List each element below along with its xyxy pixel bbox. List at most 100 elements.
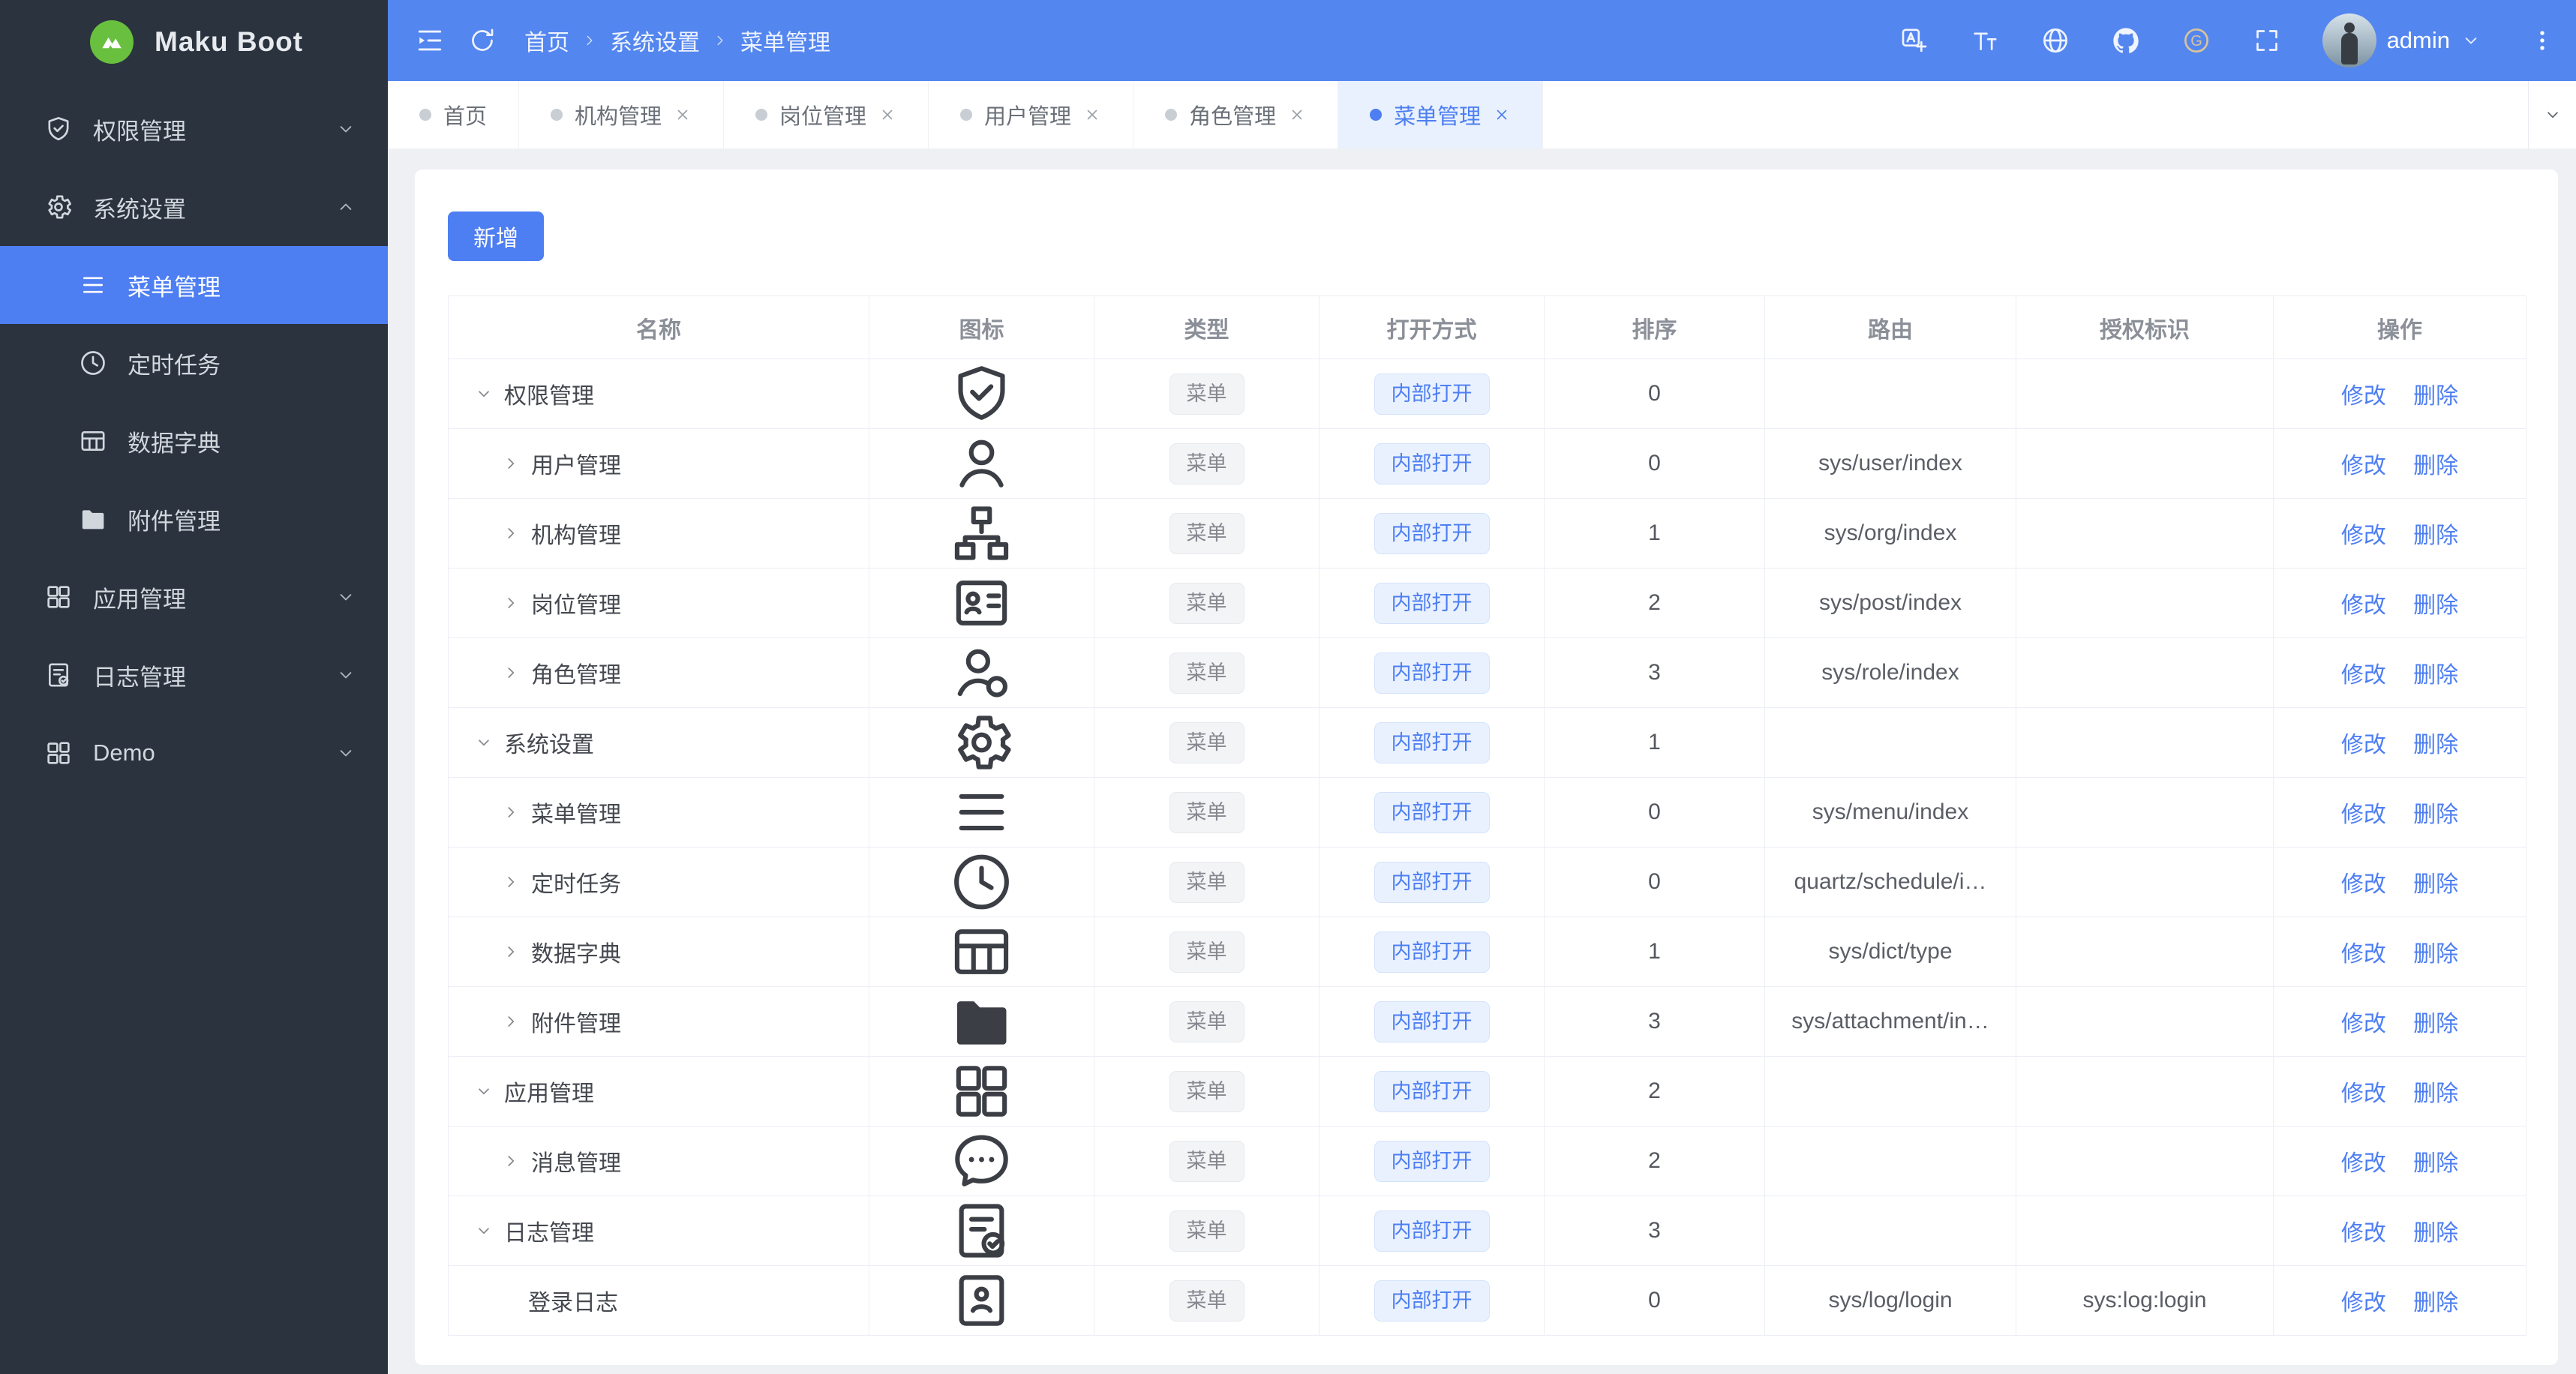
delete-link[interactable]: 删除 <box>2413 524 2458 548</box>
route-cell: sys/menu/index <box>1764 777 2016 848</box>
menu-name: 菜单管理 <box>531 802 621 827</box>
breadcrumb-item[interactable]: 系统设置 <box>610 24 700 57</box>
sidebar-item-label: 菜单管理 <box>128 274 221 301</box>
kebab-menu-icon[interactable] <box>2529 28 2555 53</box>
actions-cell: 修改 删除 <box>2273 358 2526 429</box>
avatar[interactable] <box>2322 14 2376 68</box>
edit-link[interactable]: 修改 <box>2341 802 2386 827</box>
add-button[interactable]: 新增 <box>448 212 544 261</box>
delete-link[interactable]: 删除 <box>2413 1082 2458 1106</box>
row-expand-down-icon[interactable] <box>474 1221 494 1240</box>
row-expand-right-icon[interactable] <box>501 942 521 962</box>
breadcrumb-item[interactable]: 首页 <box>524 24 569 57</box>
edit-link[interactable]: 修改 <box>2341 1012 2386 1036</box>
collapse-sidebar-icon[interactable] <box>413 24 446 57</box>
delete-link[interactable]: 删除 <box>2413 942 2458 967</box>
row-expand-right-icon[interactable] <box>501 1151 521 1171</box>
close-icon[interactable] <box>1083 106 1101 124</box>
sidebar-item-label: Demo <box>93 740 155 766</box>
row-expand-down-icon[interactable] <box>474 1082 494 1101</box>
edit-link[interactable]: 修改 <box>2341 1082 2386 1106</box>
table-row: 用户管理 菜单 内部打开 0 sys/user/index 修改 删除 <box>448 428 2526 499</box>
sort-cell: 2 <box>1544 1126 1765 1196</box>
sidebar-item-label: 权限管理 <box>93 118 186 145</box>
row-expand-right-icon[interactable] <box>501 593 521 613</box>
close-icon[interactable] <box>1493 106 1511 124</box>
edit-link[interactable]: 修改 <box>2341 524 2386 548</box>
edit-link[interactable]: 修改 <box>2341 872 2386 897</box>
tabs-dropdown-button[interactable] <box>2528 81 2576 148</box>
org-icon <box>870 499 1094 568</box>
edit-link[interactable]: 修改 <box>2341 733 2386 758</box>
font-size-icon[interactable] <box>1970 26 2000 56</box>
tab[interactable]: 首页 <box>388 81 520 148</box>
table-row: 系统设置 菜单 内部打开 1 修改 删除 <box>448 707 2526 778</box>
tab-label: 首页 <box>443 105 488 129</box>
row-expand-down-icon[interactable] <box>474 733 494 752</box>
chevron-down-icon <box>335 118 356 140</box>
column-header: 图标 <box>869 296 1094 359</box>
row-expand-right-icon[interactable] <box>501 454 521 473</box>
open-mode-cell: 内部打开 <box>1319 568 1545 638</box>
open-mode-cell: 内部打开 <box>1319 916 1545 987</box>
delete-link[interactable]: 删除 <box>2413 384 2458 409</box>
delete-link[interactable]: 删除 <box>2413 1012 2458 1036</box>
edit-link[interactable]: 修改 <box>2341 1221 2386 1246</box>
close-icon[interactable] <box>878 106 896 124</box>
tab[interactable]: 用户管理 <box>929 81 1134 148</box>
delete-link[interactable]: 删除 <box>2413 1151 2458 1176</box>
sidebar-item[interactable]: Demo <box>0 714 388 792</box>
menu-name: 机构管理 <box>531 524 621 548</box>
edit-link[interactable]: 修改 <box>2341 942 2386 967</box>
github-icon[interactable] <box>2111 26 2141 56</box>
route-cell: sys/user/index <box>1764 428 2016 499</box>
translate-icon[interactable] <box>1899 26 1929 56</box>
close-icon[interactable] <box>1288 106 1306 124</box>
edit-link[interactable]: 修改 <box>2341 593 2386 618</box>
tab[interactable]: 岗位管理 <box>724 81 929 148</box>
breadcrumb: 首页 系统设置 菜单管理 <box>524 24 830 57</box>
delete-link[interactable]: 删除 <box>2413 872 2458 897</box>
tab[interactable]: 角色管理 <box>1133 81 1339 148</box>
delete-link[interactable]: 删除 <box>2413 454 2458 478</box>
refresh-icon[interactable] <box>467 26 497 56</box>
delete-link[interactable]: 删除 <box>2413 1221 2458 1246</box>
row-expand-right-icon[interactable] <box>501 802 521 822</box>
user-menu[interactable]: admin <box>2322 14 2481 68</box>
sidebar-item[interactable]: 日志管理 <box>0 636 388 714</box>
table-row: 角色管理 菜单 内部打开 3 sys/role/index 修改 删除 <box>448 638 2526 708</box>
actions-cell: 修改 删除 <box>2273 1196 2526 1266</box>
sidebar-item[interactable]: 附件管理 <box>0 480 388 558</box>
tab[interactable]: 菜单管理 <box>1338 81 1544 148</box>
delete-link[interactable]: 删除 <box>2413 593 2458 618</box>
tab-label: 机构管理 <box>575 105 662 129</box>
delete-link[interactable]: 删除 <box>2413 733 2458 758</box>
delete-link[interactable]: 删除 <box>2413 663 2458 688</box>
row-expand-down-icon[interactable] <box>474 384 494 404</box>
row-expand-right-icon[interactable] <box>501 524 521 543</box>
column-header: 名称 <box>448 296 869 359</box>
edit-link[interactable]: 修改 <box>2341 454 2386 478</box>
sidebar-item[interactable]: 数据字典 <box>0 402 388 480</box>
row-expand-right-icon[interactable] <box>501 663 521 682</box>
edit-link[interactable]: 修改 <box>2341 1151 2386 1176</box>
sidebar-item[interactable]: 定时任务 <box>0 324 388 402</box>
row-expand-right-icon[interactable] <box>501 872 521 892</box>
gear-icon <box>44 192 74 222</box>
sidebar-item[interactable]: 权限管理 <box>0 90 388 168</box>
close-icon[interactable] <box>674 106 692 124</box>
delete-link[interactable]: 删除 <box>2413 1291 2458 1316</box>
edit-link[interactable]: 修改 <box>2341 384 2386 409</box>
tab[interactable]: 机构管理 <box>519 81 725 148</box>
sidebar-item[interactable]: 系统设置 <box>0 168 388 246</box>
sidebar-item[interactable]: 菜单管理 <box>0 246 388 324</box>
breadcrumb-item[interactable]: 菜单管理 <box>740 24 830 57</box>
gitee-icon[interactable]: G <box>2181 26 2211 56</box>
fullscreen-icon[interactable] <box>2252 26 2282 56</box>
globe-icon[interactable] <box>2040 26 2070 56</box>
row-expand-right-icon[interactable] <box>501 1012 521 1031</box>
sidebar-item[interactable]: 应用管理 <box>0 558 388 636</box>
edit-link[interactable]: 修改 <box>2341 663 2386 688</box>
edit-link[interactable]: 修改 <box>2341 1291 2386 1316</box>
delete-link[interactable]: 删除 <box>2413 802 2458 827</box>
